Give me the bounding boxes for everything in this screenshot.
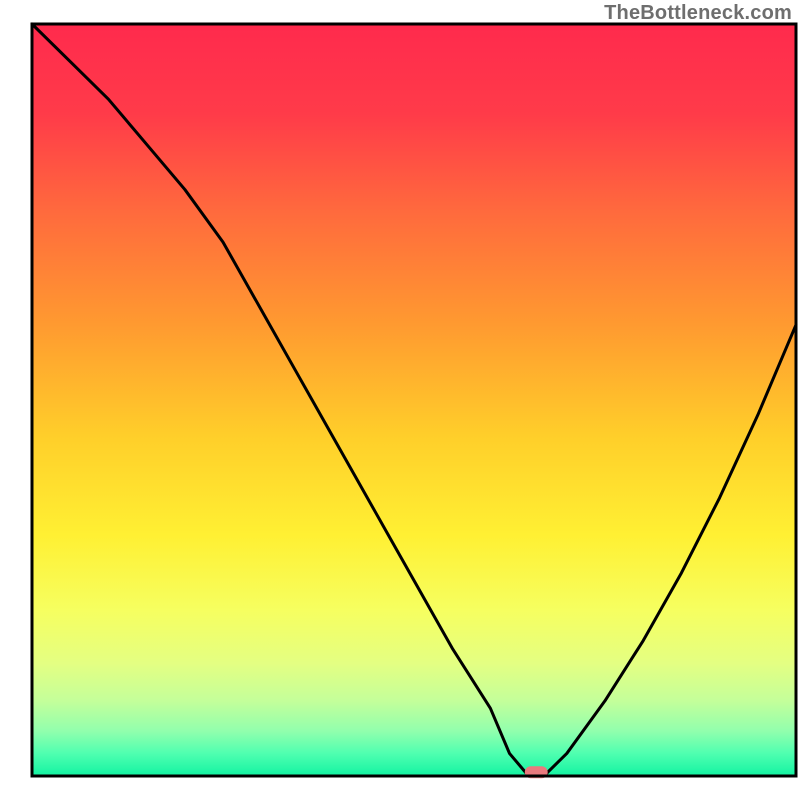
plot-background: [32, 24, 796, 776]
watermark-label: TheBottleneck.com: [604, 2, 792, 25]
bottleneck-chart: [0, 0, 800, 800]
